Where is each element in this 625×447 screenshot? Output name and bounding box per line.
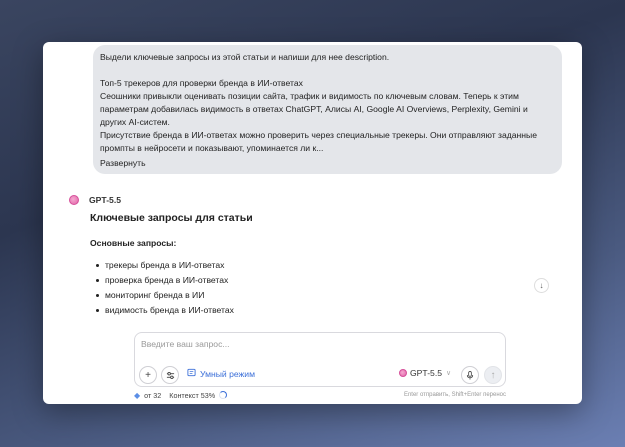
assistant-model-name: GPT-5.5: [89, 195, 121, 205]
answer-list: трекеры бренда в ИИ-ответах проверка бре…: [93, 258, 234, 318]
model-selector-label: GPT-5.5: [410, 368, 442, 378]
smart-mode-toggle[interactable]: Умный режим: [187, 368, 255, 379]
context-ring-icon: [219, 391, 228, 399]
assistant-header: GPT-5.5: [69, 195, 121, 205]
balance-text: от 32: [144, 390, 162, 400]
chat-window: Выдели ключевые запросы из этой статьи и…: [43, 42, 582, 404]
tools-button[interactable]: [161, 366, 179, 384]
scroll-to-bottom-button[interactable]: ↓: [534, 278, 549, 293]
composer: + Умный режим GPT-5.5 ∨: [134, 332, 506, 387]
arrow-down-icon: ↓: [539, 281, 544, 290]
answer-title: Ключевые запросы для статьи: [90, 212, 253, 224]
voice-input-button[interactable]: [461, 366, 479, 384]
model-selector[interactable]: GPT-5.5 ∨: [399, 368, 451, 378]
arrow-up-icon: ↑: [490, 369, 496, 381]
user-message-bubble: Выдели ключевые запросы из этой статьи и…: [93, 45, 562, 174]
list-item: мониторинг бренда в ИИ: [93, 288, 234, 303]
user-message-line: Выдели ключевые запросы из этой статьи и…: [100, 52, 390, 62]
list-item: проверка бренда в ИИ-ответах: [93, 273, 234, 288]
context-usage: Контекст 53%: [169, 390, 216, 400]
user-message-line: Топ-5 трекеров для проверки бренда в ИИ-…: [100, 78, 303, 88]
model-dot-icon: [399, 369, 407, 377]
mic-icon: [466, 370, 474, 380]
user-message-line: параметрам добавилась видимость в ответа…: [100, 104, 528, 114]
attach-button[interactable]: +: [139, 366, 157, 384]
message-input[interactable]: [141, 337, 441, 351]
smart-mode-icon: [187, 368, 196, 379]
user-message-line: других AI-систем.: [100, 117, 170, 127]
smart-mode-label: Умный режим: [200, 368, 256, 379]
list-item: видимость бренда в ИИ-ответах: [93, 303, 234, 318]
chevron-down-icon: ∨: [446, 370, 452, 377]
gem-icon: ◆: [134, 390, 141, 400]
composer-footer: ◆ от 32 Контекст 53% Enter отправить, Sh…: [134, 389, 506, 401]
user-message-line: промпты в нейросети и показывают, упомин…: [100, 143, 324, 153]
sliders-icon: [166, 371, 174, 379]
list-item: трекеры бренда в ИИ-ответах: [93, 258, 234, 273]
user-message-line: Сеошники привыкли оценивать позиции сайт…: [100, 91, 519, 101]
plus-icon: +: [145, 369, 151, 381]
answer-subtitle: Основные запросы:: [90, 238, 177, 248]
expand-message-button[interactable]: Развернуть: [100, 157, 146, 170]
model-avatar-icon: [69, 195, 79, 205]
keyboard-hint: Enter отправить, Shift+Enter перенос: [403, 392, 506, 398]
user-message-line: Присутствие бренда в ИИ-ответах можно пр…: [100, 130, 537, 140]
send-button[interactable]: ↑: [484, 366, 502, 384]
